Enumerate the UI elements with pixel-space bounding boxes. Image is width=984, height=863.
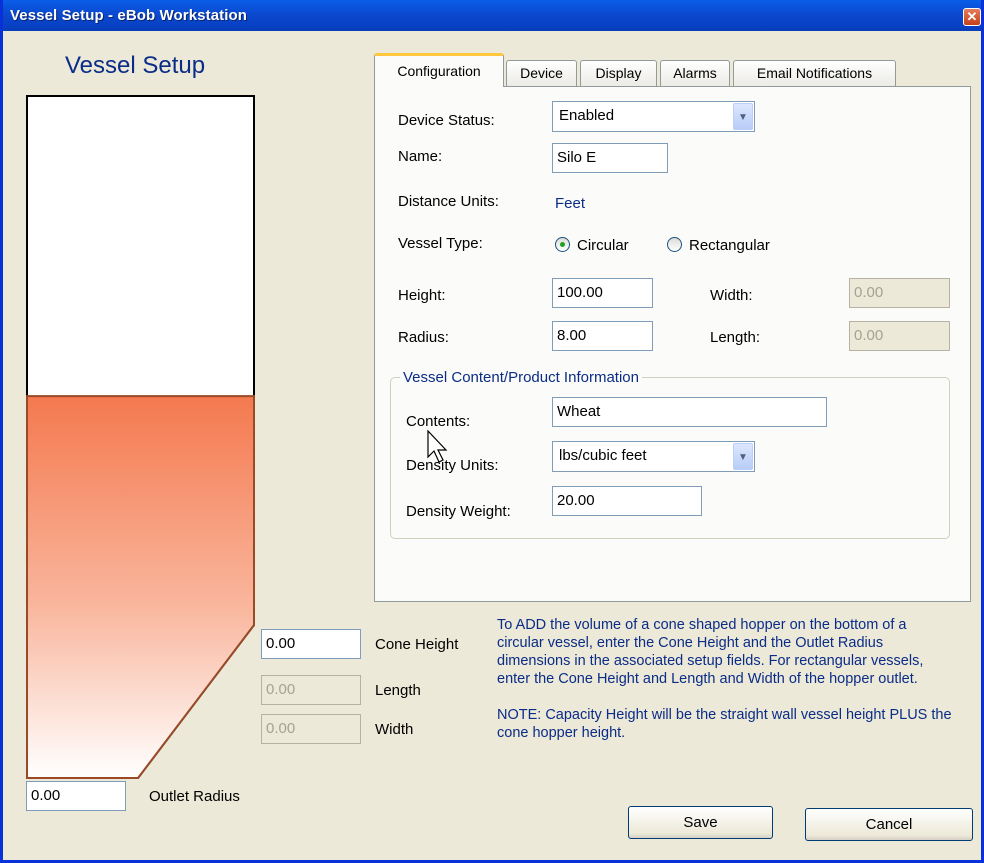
- cancel-button[interactable]: Cancel: [805, 808, 973, 841]
- radio-rectangular[interactable]: [667, 237, 682, 252]
- contents-label: Contents:: [406, 413, 471, 430]
- cone-height-field[interactable]: 0.00: [261, 629, 361, 659]
- hopper-width-label: Width: [375, 721, 414, 738]
- tab-configuration[interactable]: Configuration: [374, 53, 504, 87]
- density-units-label: Density Units:: [406, 457, 499, 474]
- mouse-cursor-icon: [427, 430, 448, 463]
- capacity-note: NOTE: Capacity Height will be the straig…: [497, 707, 952, 741]
- radius-label: Radius:: [398, 329, 449, 346]
- device-status-select[interactable]: Enabled ▼: [552, 101, 755, 132]
- distance-units-value: Feet: [555, 195, 586, 212]
- density-units-value: lbs/cubic feet: [559, 447, 647, 464]
- width-label: Width:: [710, 287, 753, 304]
- height-field[interactable]: 100.00: [552, 278, 653, 308]
- vessel-content-group-title: Vessel Content/Product Information: [400, 369, 642, 386]
- radio-circular-label[interactable]: Circular: [577, 237, 629, 254]
- tab-alarms[interactable]: Alarms: [660, 60, 730, 86]
- distance-units-label: Distance Units:: [398, 193, 499, 210]
- window-title: Vessel Setup - eBob Workstation: [10, 7, 248, 24]
- tab-email-notifications[interactable]: Email Notifications: [733, 60, 896, 86]
- hopper-length-label: Length: [375, 682, 421, 699]
- vessel-product-fill: [26, 395, 255, 779]
- page-title: Vessel Setup: [65, 52, 206, 79]
- vessel-setup-window: Vessel Setup - eBob Workstation ✕ Vessel…: [0, 0, 984, 863]
- chevron-down-icon[interactable]: ▼: [733, 443, 753, 470]
- outlet-radius-field[interactable]: 0.00: [26, 781, 126, 811]
- name-label: Name:: [398, 148, 443, 165]
- vessel-type-label: Vessel Type:: [398, 235, 483, 252]
- radio-rectangular-label[interactable]: Rectangular: [689, 237, 770, 254]
- chevron-down-icon[interactable]: ▼: [733, 103, 753, 130]
- outlet-radius-label: Outlet Radius: [149, 788, 240, 805]
- hopper-info-text: To ADD the volume of a cone shaped hoppe…: [497, 616, 957, 760]
- hopper-info-paragraph: To ADD the volume of a cone shaped hoppe…: [497, 617, 924, 687]
- device-status-label: Device Status:: [398, 112, 495, 129]
- length-label: Length:: [710, 329, 761, 346]
- cone-height-label: Cone Height: [375, 636, 459, 653]
- length-field[interactable]: 0.00: [849, 321, 950, 351]
- hopper-width-field[interactable]: 0.00: [261, 714, 361, 744]
- density-weight-label: Density Weight:: [406, 503, 511, 520]
- radius-field[interactable]: 8.00: [552, 321, 653, 351]
- close-icon[interactable]: ✕: [963, 8, 981, 26]
- save-button[interactable]: Save: [628, 806, 773, 839]
- hopper-length-field[interactable]: 0.00: [261, 675, 361, 705]
- vessel-graphic: [26, 95, 255, 779]
- height-label: Height:: [398, 287, 446, 304]
- name-field[interactable]: Silo E: [552, 143, 668, 173]
- width-field[interactable]: 0.00: [849, 278, 950, 308]
- contents-field[interactable]: Wheat: [552, 397, 827, 427]
- tab-device[interactable]: Device: [506, 60, 577, 86]
- device-status-value: Enabled: [559, 107, 615, 124]
- density-units-select[interactable]: lbs/cubic feet ▼: [552, 441, 755, 472]
- tab-display[interactable]: Display: [580, 60, 657, 86]
- radio-circular[interactable]: [555, 237, 570, 252]
- radio-selected-dot: [560, 242, 565, 247]
- density-weight-field[interactable]: 20.00: [552, 486, 702, 516]
- title-bar[interactable]: Vessel Setup - eBob Workstation ✕: [3, 0, 981, 31]
